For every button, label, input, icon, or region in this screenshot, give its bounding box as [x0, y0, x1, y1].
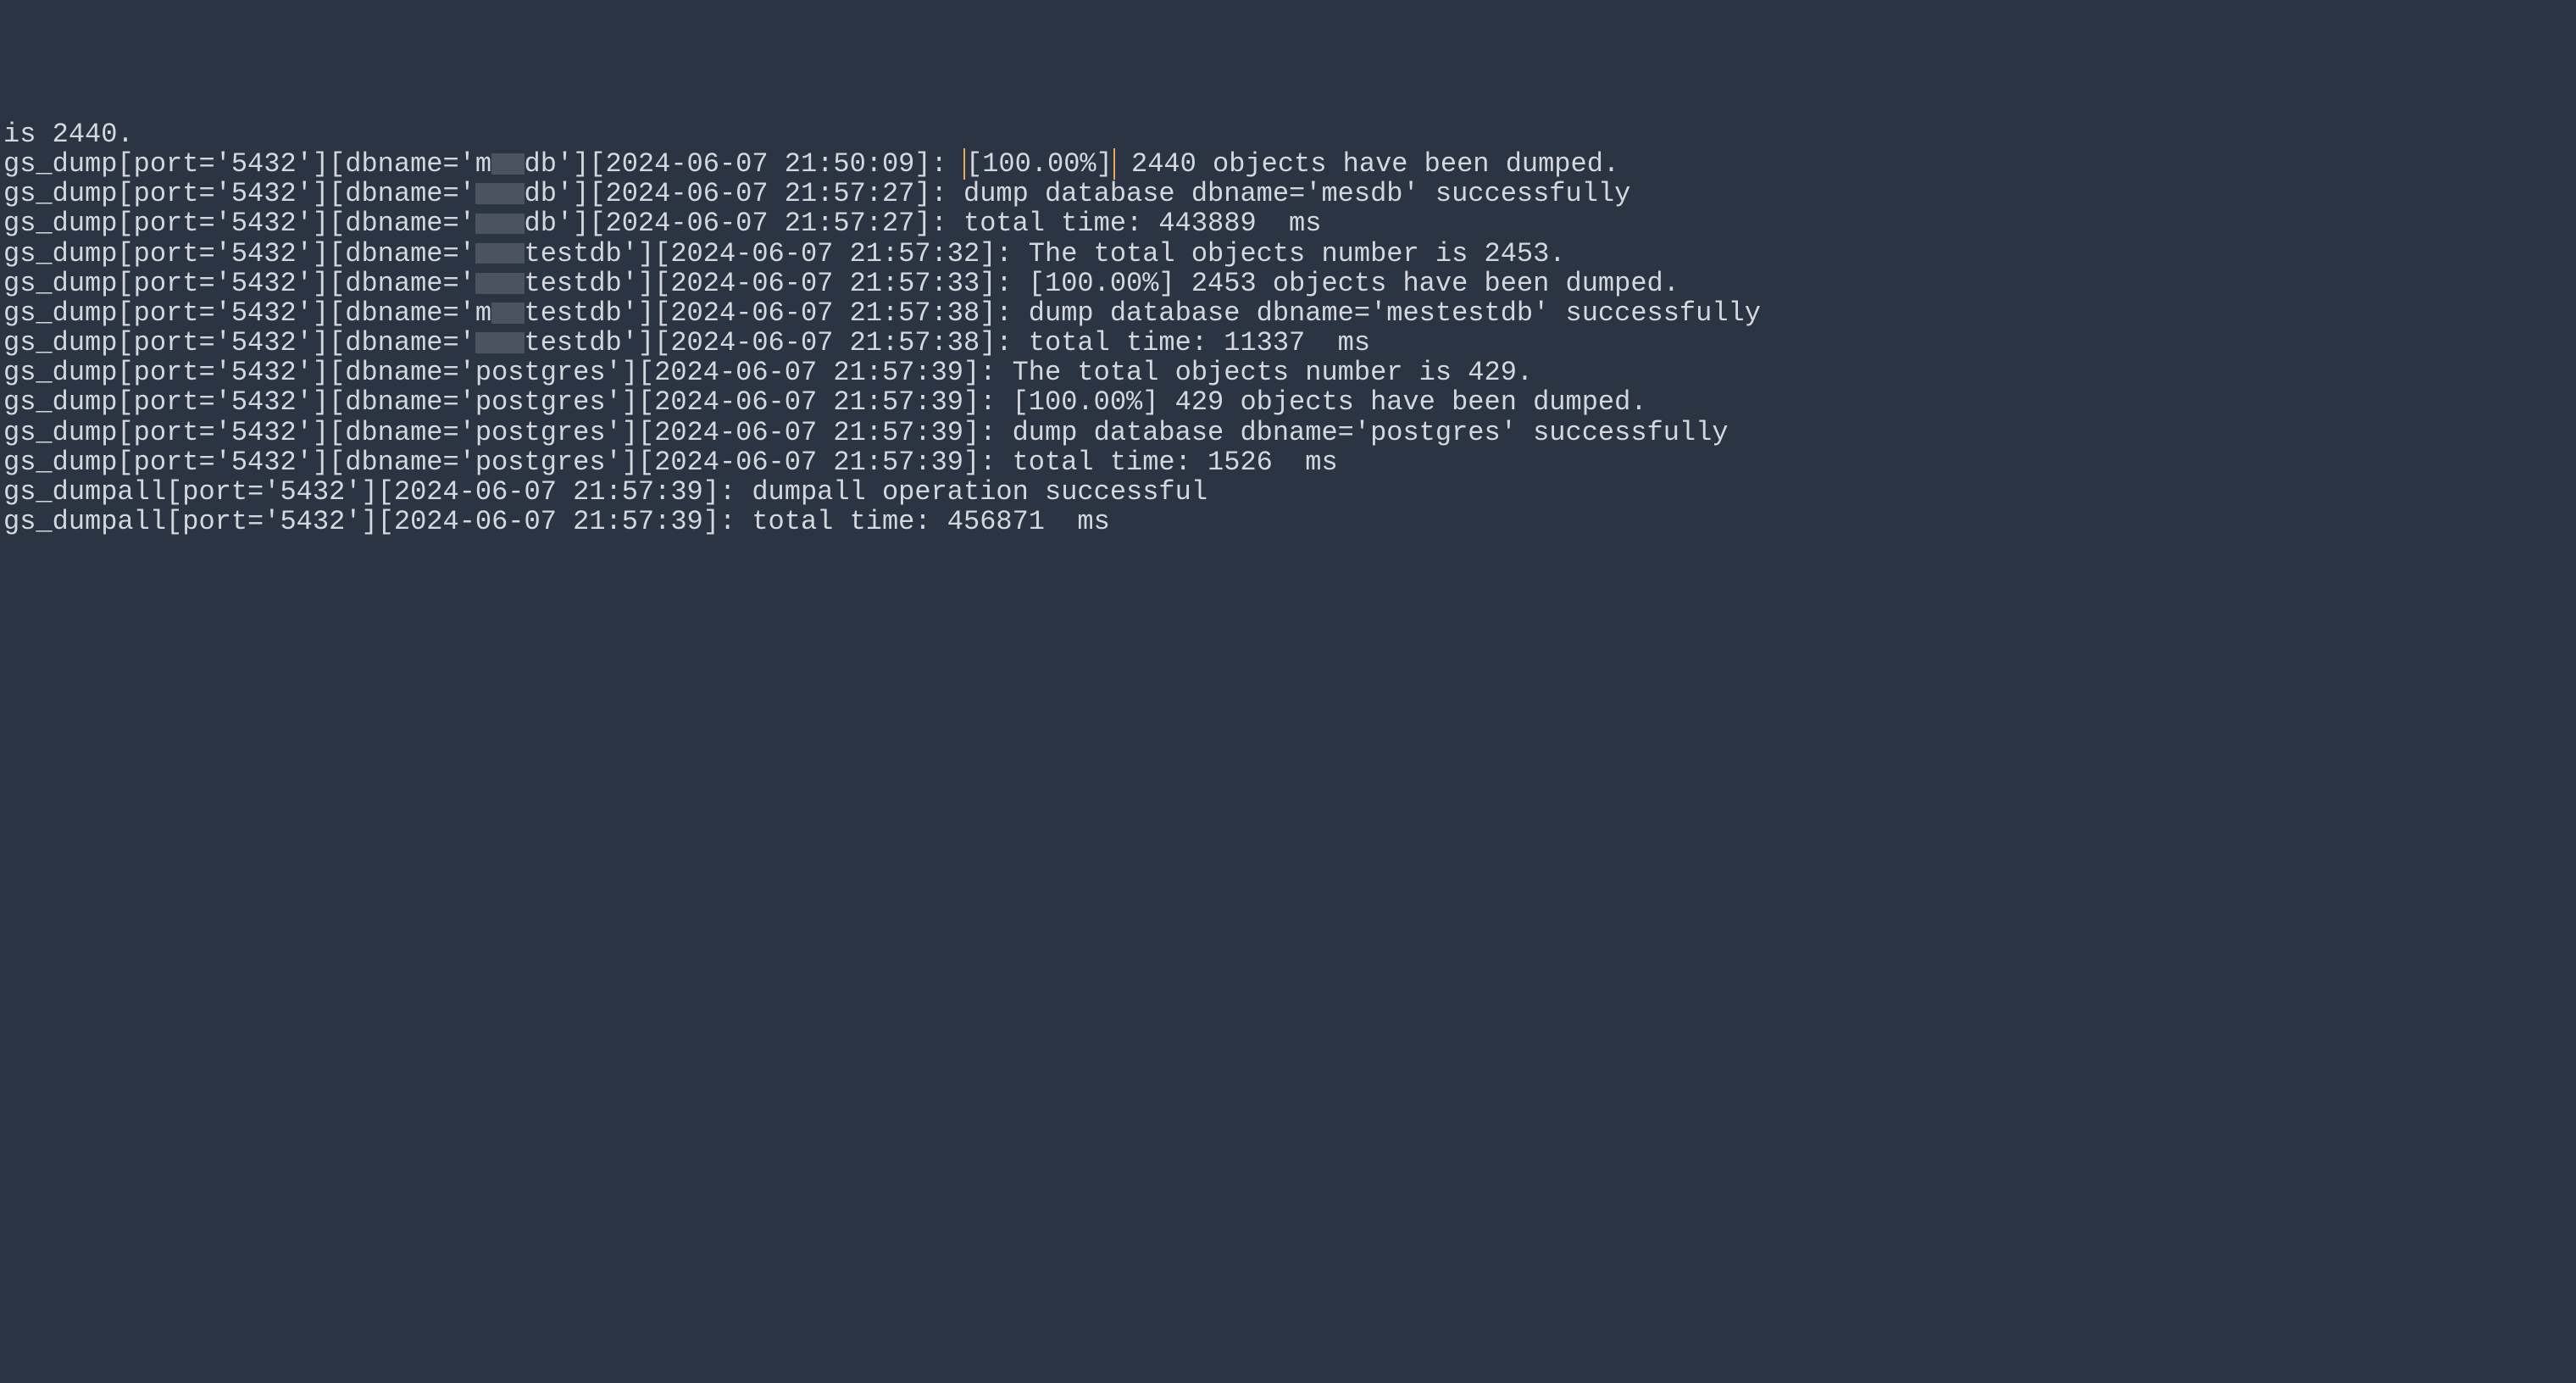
terminal-line: gs_dump[port='5432'][dbname='postgres'][… — [3, 418, 2573, 447]
search-highlight: [100.00%] — [963, 148, 1115, 180]
redacted-text: mes — [475, 239, 525, 269]
redacted-text: mes — [475, 269, 525, 298]
terminal-line: gs_dump[port='5432'][dbname='mesdb'][202… — [3, 179, 2573, 208]
terminal-line: gs_dump[port='5432'][dbname='mestestdb']… — [3, 239, 2573, 269]
terminal-line: is 2440. — [3, 119, 2573, 149]
terminal-line: gs_dump[port='5432'][dbname='postgres'][… — [3, 387, 2573, 417]
terminal-line: gs_dump[port='5432'][dbname='mesdb'][202… — [3, 149, 2573, 179]
redacted-text: es — [491, 149, 524, 179]
terminal-line: gs_dump[port='5432'][dbname='postgres'][… — [3, 447, 2573, 477]
redacted-text: mes — [475, 328, 525, 358]
terminal-line: gs_dump[port='5432'][dbname='postgres'][… — [3, 358, 2573, 387]
redacted-text: mes — [475, 208, 525, 238]
terminal-line: gs_dump[port='5432'][dbname='mestestdb']… — [3, 328, 2573, 358]
terminal-line: gs_dumpall[port='5432'][2024-06-07 21:57… — [3, 507, 2573, 536]
terminal-line: gs_dump[port='5432'][dbname='mestestdb']… — [3, 269, 2573, 298]
terminal-line: gs_dump[port='5432'][dbname='mesdb'][202… — [3, 208, 2573, 238]
terminal-output[interactable]: is 2440.gs_dump[port='5432'][dbname='mes… — [0, 119, 2576, 537]
terminal-line: gs_dumpall[port='5432'][2024-06-07 21:57… — [3, 477, 2573, 507]
terminal-line: gs_dump[port='5432'][dbname='mestestdb']… — [3, 298, 2573, 328]
redacted-text: mes — [475, 179, 525, 208]
redacted-text: es — [491, 298, 524, 328]
